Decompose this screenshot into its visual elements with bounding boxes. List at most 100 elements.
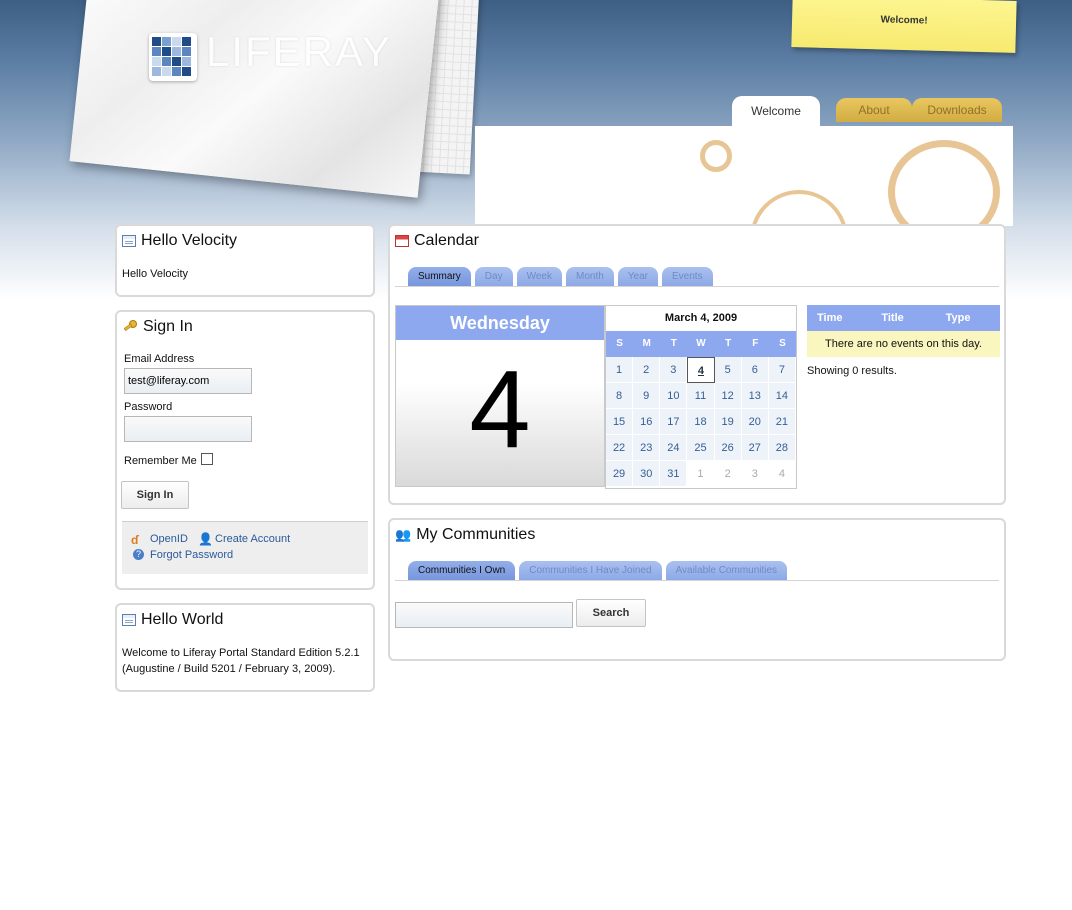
weekday-header: T — [660, 331, 688, 357]
mini-calendar: March 4, 2009 S M T W T F S 1 2 3 4 5 6 7 8 9 10 11 12 13 14… — [605, 305, 797, 489]
weekday-header: T — [714, 331, 742, 357]
calendar-day[interactable]: 20 — [741, 409, 769, 435]
tab-week[interactable]: Week — [516, 267, 562, 286]
sign-in-links: ɗ OpenID 👤 Create Account ? Forgot Passw… — [122, 521, 368, 574]
calendar-day[interactable]: 9 — [633, 383, 661, 409]
communities-tabs: Communities I Own Communities I Have Joi… — [408, 561, 789, 580]
calendar-portlet: Calendar Summary Day Week Month Year Eve… — [388, 224, 1006, 505]
hello-world-portlet: Hello World Welcome to Liferay Portal St… — [115, 603, 375, 692]
nav-tab-welcome[interactable]: Welcome — [732, 96, 820, 126]
email-label: Email Address — [124, 353, 195, 365]
calendar-day[interactable]: 5 — [714, 357, 742, 383]
tab-summary[interactable]: Summary — [408, 267, 471, 286]
no-events-message: There are no events on this day. — [807, 331, 1000, 357]
forgot-password-link[interactable]: Forgot Password — [150, 549, 233, 561]
events-table: Time Title Type There are no events on t… — [807, 305, 1000, 377]
hello-velocity-portlet: Hello Velocity Hello Velocity — [115, 224, 375, 297]
weekday-header: W — [687, 331, 715, 357]
my-communities-portlet: 👥 My Communities Communities I Own Commu… — [388, 518, 1006, 661]
calendar-day[interactable]: 25 — [687, 435, 715, 461]
calendar-day[interactable]: 14 — [768, 383, 796, 409]
calendar-day[interactable]: 18 — [687, 409, 715, 435]
weekday-header: S — [606, 331, 634, 357]
tab-month[interactable]: Month — [565, 267, 614, 286]
tab-day[interactable]: Day — [474, 267, 513, 286]
nav-tab-about[interactable]: About — [836, 98, 912, 122]
calendar-day[interactable]: 8 — [606, 383, 634, 409]
portlet-title-text: Hello World — [141, 611, 224, 628]
password-label: Password — [124, 401, 173, 413]
weekday-header: M — [633, 331, 661, 357]
column-header-type[interactable]: Type — [936, 305, 1000, 331]
communities-icon: 👥 — [395, 527, 412, 542]
results-count: Showing 0 results. — [807, 365, 897, 377]
remember-me-checkbox[interactable] — [201, 453, 213, 465]
calendar-day[interactable]: 28 — [768, 435, 796, 461]
calendar-day[interactable]: 22 — [606, 435, 634, 461]
mini-calendar-grid: S M T W T F S 1 2 3 4 5 6 7 8 9 10 11 12 13 14 15 16 17 18 19 20 21… — [606, 331, 796, 487]
calendar-day[interactable]: 27 — [741, 435, 769, 461]
tab-events[interactable]: Events — [662, 267, 713, 286]
calendar-day-other-month: 4 — [768, 461, 796, 487]
day-summary-panel: Wednesday 4 — [395, 305, 605, 487]
weekday-header: F — [741, 331, 769, 357]
weekday-header: S — [768, 331, 796, 357]
tab-available-communities[interactable]: Available Communities — [665, 561, 788, 580]
password-field[interactable] — [124, 416, 252, 442]
calendar-day[interactable]: 6 — [741, 357, 769, 383]
hello-world-text: Welcome to Liferay Portal Standard Editi… — [122, 645, 360, 677]
portlet-title: 👥 My Communities — [395, 526, 535, 544]
sticky-note-text: Welcome! — [880, 14, 928, 27]
calendar-day[interactable]: 19 — [714, 409, 742, 435]
calendar-day[interactable]: 29 — [606, 461, 634, 487]
calendar-day[interactable]: 12 — [714, 383, 742, 409]
calendar-day[interactable]: 17 — [660, 409, 688, 435]
column-header-title[interactable]: Title — [871, 305, 935, 331]
calendar-day[interactable]: 31 — [660, 461, 688, 487]
liferay-logo-icon[interactable] — [149, 33, 197, 81]
tab-divider — [395, 580, 999, 581]
tab-communities-i-own[interactable]: Communities I Own — [408, 561, 516, 580]
portlet-title-text: Calendar — [414, 232, 479, 249]
calendar-day[interactable]: 3 — [660, 357, 688, 383]
calendar-day[interactable]: 4 — [687, 357, 715, 383]
portlet-title-text: Sign In — [143, 318, 193, 335]
tab-year[interactable]: Year — [617, 267, 658, 286]
calendar-day[interactable]: 13 — [741, 383, 769, 409]
add-user-icon: 👤 — [198, 532, 213, 546]
calendar-day[interactable]: 10 — [660, 383, 688, 409]
sign-in-portlet: Sign In Email Address Password Remember … — [115, 310, 375, 590]
calendar-day[interactable]: 1 — [606, 357, 634, 383]
openid-link[interactable]: OpenID — [150, 533, 188, 545]
calendar-day[interactable]: 30 — [633, 461, 661, 487]
calendar-day[interactable]: 2 — [633, 357, 661, 383]
calendar-day[interactable]: 7 — [768, 357, 796, 383]
tab-communities-joined[interactable]: Communities I Have Joined — [519, 561, 662, 580]
calendar-day[interactable]: 23 — [633, 435, 661, 461]
hello-world-line: (Augustine / Build 5201 / February 3, 20… — [122, 663, 336, 675]
portlet-window-icon — [122, 614, 136, 626]
brand-name: LIFERAY — [206, 28, 392, 75]
column-header-time[interactable]: Time — [807, 305, 871, 331]
portlet-window-icon — [122, 235, 136, 247]
nav-tab-downloads[interactable]: Downloads — [912, 98, 1002, 122]
remember-me-label: Remember Me — [124, 455, 197, 467]
portlet-title: Sign In — [122, 318, 193, 336]
day-number: 4 — [396, 340, 604, 486]
coffee-stain-decoration — [700, 140, 732, 172]
calendar-day[interactable]: 15 — [606, 409, 634, 435]
calendar-day[interactable]: 24 — [660, 435, 688, 461]
email-field[interactable] — [124, 368, 252, 394]
create-account-link[interactable]: Create Account — [215, 533, 290, 545]
calendar-day[interactable]: 26 — [714, 435, 742, 461]
day-name: Wednesday — [396, 306, 604, 340]
mini-calendar-title: March 4, 2009 — [664, 312, 738, 324]
calendar-day[interactable]: 21 — [768, 409, 796, 435]
sign-in-button[interactable]: Sign In — [121, 481, 189, 509]
search-button[interactable]: Search — [576, 599, 646, 627]
portlet-title: Hello World — [122, 611, 223, 629]
calendar-day[interactable]: 11 — [687, 383, 715, 409]
hello-world-line: Welcome to Liferay Portal Standard Editi… — [122, 647, 360, 659]
community-search-input[interactable] — [395, 602, 573, 628]
calendar-day[interactable]: 16 — [633, 409, 661, 435]
